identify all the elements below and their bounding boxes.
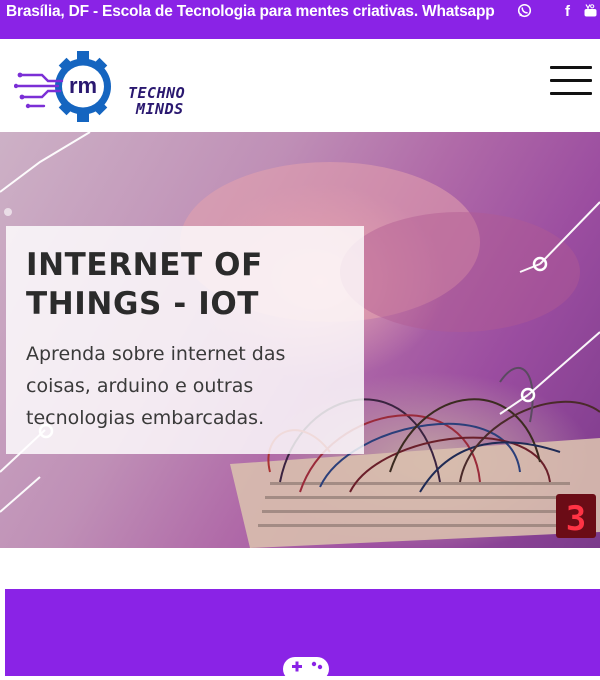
logo-wordmark: TECHNO MINDS xyxy=(128,85,185,117)
hero-description: Aprenda sobre internet das coisas, ardui… xyxy=(26,343,286,429)
youtube-icon[interactable] xyxy=(584,4,597,17)
hamburger-icon[interactable] xyxy=(550,66,592,96)
gear-logo-icon: rm xyxy=(13,51,111,122)
top-info-bar: Brasília, DF - Escola de Tecnologia para… xyxy=(0,0,600,39)
logo-line-2: MINDS xyxy=(136,100,184,118)
hero-banner: 3 INTERNET OF THINGS - IOT Aprenda sobre… xyxy=(0,132,600,548)
hero-title: INTERNET OF THINGS - IOT xyxy=(26,247,263,322)
facebook-icon[interactable]: f xyxy=(565,3,570,20)
hero-text-card: INTERNET OF THINGS - IOT Aprenda sobre i… xyxy=(6,226,364,454)
techno-minds-logo[interactable]: rm TECHNO MINDS xyxy=(13,49,199,124)
purple-feature-section xyxy=(5,589,600,680)
topbar-tagline: Brasília, DF - Escola de Tecnologia para… xyxy=(6,3,495,20)
seven-segment-digit: 3 xyxy=(566,499,586,539)
logo-monogram: rm xyxy=(69,73,97,98)
gamepad-icon xyxy=(283,657,329,680)
site-header: rm TECHNO MINDS xyxy=(0,39,600,132)
whatsapp-icon[interactable] xyxy=(517,3,532,18)
